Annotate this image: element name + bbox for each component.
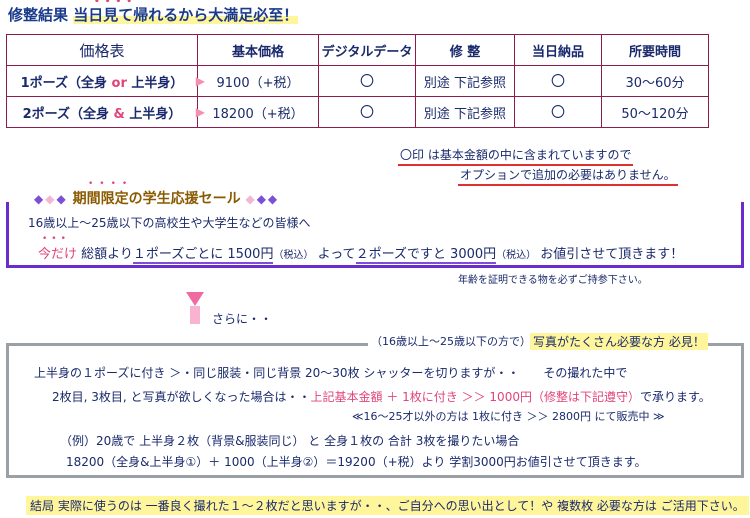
down-arrow-stem (190, 306, 200, 324)
row-label-a: 2ポーズ（全身 (22, 106, 114, 122)
row-price: 18200（+税） (197, 96, 319, 128)
row-duration: 50〜120分 (601, 96, 709, 128)
included-note: 〇印 は基本金額の中に含まれていますので (398, 146, 634, 166)
header-price-list: 価格表 (6, 34, 198, 66)
pointer-arrow-icon: ▶ (195, 105, 205, 119)
diamond-icon: ◆◆◆ (245, 192, 280, 206)
header-digital-data: デジタルデータ (318, 34, 416, 66)
footer-note: 結局 実際に使うのは 一番良く撮れた１〜２枚だと思いますが・・、ご自分への思い出… (26, 496, 749, 515)
pointer-arrow-icon: ▶ (195, 74, 205, 88)
row-duration: 30〜60分 (601, 65, 709, 97)
eligibility-text: 16歳以上〜25歳以下の高校生や大学生などの皆様へ (28, 216, 311, 230)
title-prefix: 修整結果 (8, 6, 74, 24)
price-table: 価格表 基本価格 デジタルデータ 修 整 当日納品 所要時間 1ポーズ（全身 o… (6, 34, 709, 128)
multi-photo-heading: 写真がたくさん必要な方 必見！ (530, 333, 708, 350)
row-label: 2ポーズ（全身 & 上半身） ▶ (6, 96, 205, 128)
row-label-b: 上半身） (126, 75, 184, 91)
offer-per-pose: １ポーズごとに 1500円 (132, 247, 274, 264)
diamond-icon: ◆◆◆ (34, 192, 68, 206)
header-duration: 所要時間 (601, 34, 709, 66)
row-label-b: 上半身） (124, 106, 182, 122)
row-same-day: 〇 (514, 96, 602, 128)
header-same-day: 当日納品 (514, 34, 602, 66)
sale-title-text: 期間限定の学生応援セール (72, 191, 241, 207)
offer-two-pose: ２ポーズですと 3000円 (355, 247, 497, 264)
multi-line-2a: 2枚目, 3枚目, と写真が欲しくなった場合は・・ (52, 390, 311, 404)
header-retouch: 修 整 (415, 34, 515, 66)
title-highlight: 当日見て帰れるから大満足必至！ (73, 6, 299, 24)
row-digital: 〇 (318, 65, 416, 97)
header-base-price: 基本価格 (197, 34, 319, 66)
row-label: 1ポーズ（全身 or 上半身） ▶ (6, 65, 205, 97)
option-note: オプションで追加の必要はありません。 (458, 166, 678, 186)
offer-part3: お値引させて頂きます！ (536, 247, 684, 262)
example-calculation: 18200（全身&上半身①）＋ 1000（上半身②）＝19200（+税）より 学… (66, 455, 647, 469)
multi-line-2c: で承ります。 (639, 390, 711, 404)
emphasis-dots: •••• (94, 0, 138, 7)
multi-line-2: 2枚目, 3枚目, と写真が欲しくなった場合は・・上記基本金額 ＋ 1枚に付き … (52, 388, 711, 405)
student-sale-title: ◆◆◆ 期間限定の学生応援セール ◆◆◆ (30, 188, 284, 208)
offer-today: 今だけ (38, 247, 78, 262)
page-title: 修整結果 当日見て帰れるから大満足必至！ •••• (8, 0, 299, 25)
row-price: 9100（+税） (197, 65, 319, 97)
row-label-a: 1ポーズ（全身 (20, 75, 112, 91)
continuation-label: さらに・・ (212, 312, 273, 326)
row-connector: or (111, 75, 127, 91)
offer-tax1: （税込） (273, 250, 314, 261)
row-same-day: 〇 (514, 65, 602, 97)
down-arrow-icon (186, 292, 204, 306)
row-retouch: 別途 下記参照 (415, 96, 515, 128)
price-table-header-row: 価格表 基本価格 デジタルデータ 修 整 当日納品 所要時間 (6, 34, 709, 66)
row-digital: 〇 (318, 96, 416, 128)
offer-part1: 総額より (77, 247, 133, 262)
table-row: 1ポーズ（全身 or 上半身） ▶ 9100（+税） 〇 別途 下記参照 〇 3… (6, 65, 709, 97)
discount-offer: 今だけ 総額より１ポーズごとに 1500円（税込） よって２ポーズですと 300… (38, 243, 684, 264)
id-required-note: 年齢を証明できる物を必ずご持参下さい。 (458, 275, 648, 286)
offer-part2: よって (313, 247, 356, 262)
multi-line-2b: 上記基本金額 ＋ 1枚に付き ＞＞ 1000円（修整は下記遵守） (310, 390, 640, 404)
row-retouch: 別途 下記参照 (415, 65, 515, 97)
row-connector: & (113, 106, 125, 122)
multi-line-1: 上半身の１ポーズに付き ＞・同じ服装・同じ背景 20〜30枚 シャッターを切りま… (34, 366, 628, 380)
age-note: （16歳以上〜25歳以下の方で） (368, 333, 534, 349)
non-student-price: ≪16〜25才以外の方は 1枚に付き ＞＞ 2800円 にて販売中 ≫ (352, 410, 665, 423)
example-line: （例）20歳で 上半身２枚（背景&服装同じ） と 全身１枚の 合計 3枚を撮りた… (60, 434, 520, 448)
table-row: 2ポーズ（全身 & 上半身） ▶ 18200（+税） 〇 別途 下記参照 〇 5… (6, 96, 709, 128)
offer-tax2: （税込） (496, 250, 537, 261)
